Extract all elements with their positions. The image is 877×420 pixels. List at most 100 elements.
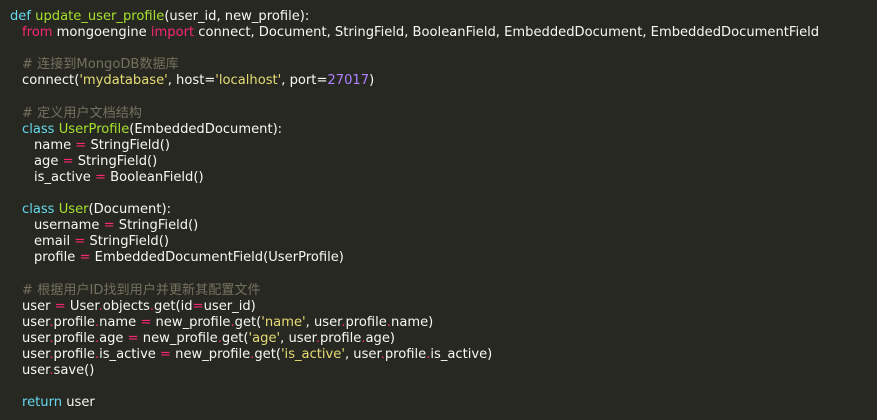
code-text: profile: [34, 250, 80, 266]
code-text: ): [369, 73, 375, 89]
code-line: # 根据用户ID找到用户并更新其配置文件: [10, 283, 877, 299]
code-text: get(: [221, 330, 249, 346]
code-text: connect, Document, StringField, BooleanF…: [194, 25, 820, 41]
code-text: name: [34, 137, 76, 153]
keyword: def: [10, 9, 31, 24]
code-line: email = StringField(): [10, 234, 877, 250]
code-text: StringField(): [73, 153, 158, 169]
code-text: , user: [280, 330, 316, 346]
code-line: age = StringField(): [10, 154, 877, 170]
code-line: def update_user_profile(user_id, new_pro…: [10, 9, 877, 25]
code-text: save(): [53, 363, 95, 379]
string-literal: 'is_active': [280, 346, 345, 362]
code-text: is_active: [34, 169, 95, 185]
code-text: mongoengine: [52, 25, 151, 41]
operator: =: [75, 137, 87, 153]
code-text: age: [34, 153, 63, 169]
keyword: import: [150, 25, 195, 41]
code-line: user.profile.is_active = new_profile.get…: [10, 347, 877, 363]
code-line: user.profile.name = new_profile.get('nam…: [10, 315, 877, 331]
code-line: return user: [10, 395, 877, 411]
code-line: class UserProfile(EmbeddedDocument):: [10, 122, 877, 138]
class-name: User: [58, 202, 89, 218]
code-text: new_profile: [151, 314, 231, 330]
operator: =: [54, 298, 66, 314]
keyword: return: [22, 395, 63, 411]
code-editor[interactable]: def update_user_profile(user_id, new_pro…: [0, 0, 877, 420]
comment: # 根据用户ID找到用户并更新其配置文件: [22, 282, 261, 298]
code-text: new_profile: [171, 346, 251, 362]
operator: =: [79, 250, 91, 266]
code-text: user_id): [203, 298, 256, 314]
code-text: age: [99, 330, 128, 346]
code-text: profile: [345, 314, 387, 330]
code-text: User: [65, 298, 99, 314]
code-line: username = StringField(): [10, 218, 877, 234]
code-text: profile: [53, 330, 95, 346]
code-line: user.profile.age = new_profile.get('age'…: [10, 331, 877, 347]
code-text: profile: [384, 346, 427, 362]
code-text: user: [22, 346, 50, 362]
code-text: user: [22, 298, 55, 314]
operator: =: [74, 234, 86, 250]
code-line: user.save(): [10, 363, 877, 379]
code-text: StringField(): [85, 234, 169, 250]
comment: # 定义用户文档结构: [22, 105, 142, 121]
code-line: # 定义用户文档结构: [10, 106, 877, 122]
keyword: class: [22, 202, 55, 218]
code-text: objects: [102, 298, 150, 314]
code-line: from mongoengine import connect, Documen…: [10, 25, 877, 41]
code-line: is_active = BooleanField(): [10, 170, 877, 186]
code-line: class User(Document):: [10, 202, 877, 218]
code-line: profile = EmbeddedDocumentField(UserProf…: [10, 250, 877, 266]
code-text: StringField(): [86, 137, 170, 153]
code-text: get(: [234, 314, 262, 330]
code-text: new_profile: [138, 330, 218, 346]
code-text: , port=: [281, 73, 328, 89]
code-text: StringField(): [114, 218, 199, 234]
code-text: (user_id, new_profile):: [164, 9, 310, 24]
operator: =: [192, 298, 204, 314]
string-literal: 'localhost': [215, 73, 282, 89]
operator: =: [140, 314, 152, 330]
code-text: name: [99, 314, 141, 330]
code-text: is_active: [99, 346, 161, 362]
code-text: username: [34, 218, 104, 234]
code-text: (Document):: [88, 202, 172, 218]
operator: =: [62, 153, 74, 169]
code-text: profile: [320, 330, 362, 346]
operator: =: [160, 346, 172, 362]
class-name: UserProfile: [58, 121, 130, 137]
code-text: get(id: [154, 298, 193, 314]
code-text: user: [62, 395, 95, 411]
code-text: EmbeddedDocumentField(UserProfile): [90, 250, 344, 266]
code-text: get(: [254, 346, 281, 362]
operator: =: [127, 330, 139, 346]
keyword: from: [22, 25, 53, 41]
string-literal: 'age': [248, 330, 281, 346]
code-text: BooleanField(): [105, 169, 204, 185]
code-text: email: [34, 234, 75, 250]
number-literal: 27017: [327, 73, 370, 89]
comment: # 连接到MongoDB数据库: [22, 57, 179, 73]
code-text: , user: [305, 314, 342, 330]
code-text: , host=: [167, 73, 216, 89]
code-text: profile: [53, 346, 95, 362]
code-text: connect(: [22, 73, 80, 89]
string-literal: 'name': [261, 314, 306, 330]
code-text: user: [22, 330, 50, 346]
keyword: class: [22, 121, 55, 137]
code-line: user = User.objects.get(id=user_id): [10, 299, 877, 315]
code-text: name): [391, 314, 434, 330]
string-literal: 'mydatabase': [79, 73, 168, 89]
code-line: connect('mydatabase', host='localhost', …: [10, 73, 877, 89]
code-text: (EmbeddedDocument):: [129, 121, 283, 137]
code-text: is_active): [430, 346, 493, 362]
code-line: name = StringField(): [10, 138, 877, 154]
function-name: update_user_profile: [35, 9, 165, 24]
